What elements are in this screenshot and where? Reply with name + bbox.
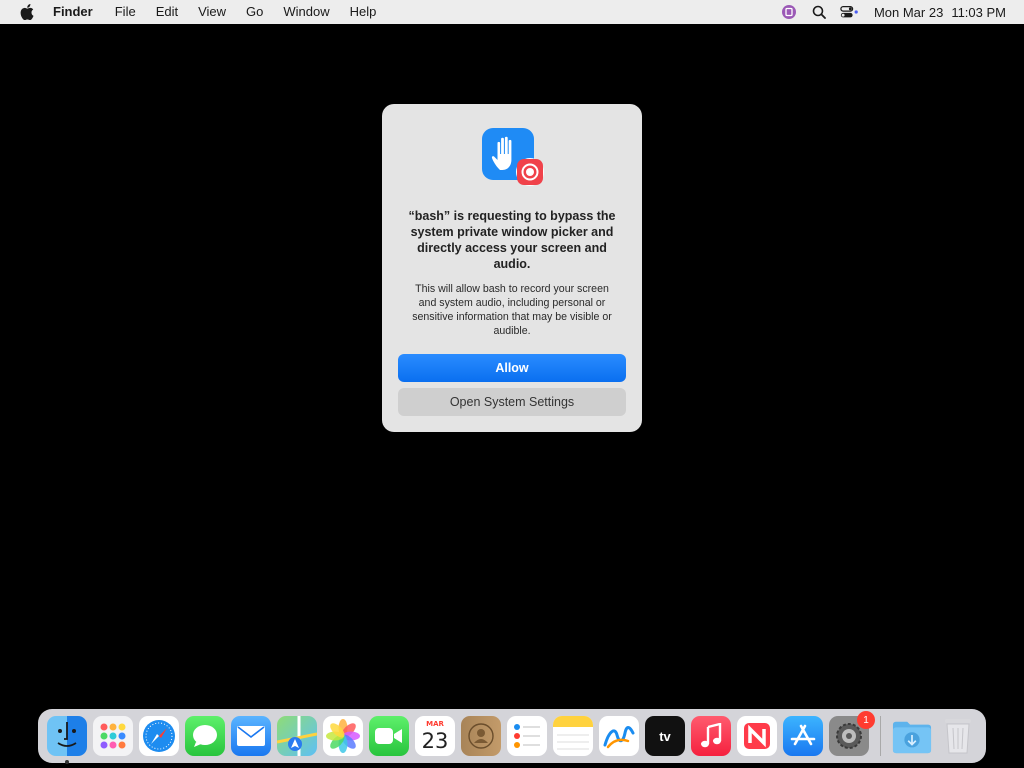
- open-system-settings-button[interactable]: Open System Settings: [398, 388, 626, 416]
- calendar-icon[interactable]: MAR 23: [415, 716, 455, 756]
- app-store-icon[interactable]: [783, 716, 823, 756]
- allow-button[interactable]: Allow: [398, 354, 626, 382]
- mail-icon[interactable]: [231, 716, 271, 756]
- dialog-message: This will allow bash to record your scre…: [412, 283, 612, 337]
- dock: MAR 23 tv 1: [38, 709, 986, 764]
- privacy-hand-icon: [482, 128, 546, 188]
- notification-badge: 1: [857, 711, 875, 729]
- menu-view[interactable]: View: [188, 0, 236, 24]
- music-icon[interactable]: [691, 716, 731, 756]
- apple-tv-label: tv: [659, 728, 671, 744]
- launchpad-icon[interactable]: [93, 716, 133, 756]
- desktop: Finder File Edit View Go Window Help Mon…: [0, 0, 1024, 768]
- menu-help[interactable]: Help: [340, 0, 387, 24]
- dock-separator: [880, 716, 881, 756]
- menu-go[interactable]: Go: [236, 0, 273, 24]
- photos-icon[interactable]: [323, 716, 363, 756]
- menu-bar: Finder File Edit View Go Window Help Mon…: [0, 0, 1024, 24]
- spotlight-search-icon[interactable]: [810, 3, 828, 21]
- reminders-icon[interactable]: [507, 716, 547, 756]
- downloads-folder-icon[interactable]: [892, 716, 932, 756]
- running-indicator: [65, 760, 69, 764]
- menu-edit[interactable]: Edit: [146, 0, 188, 24]
- control-center-icon[interactable]: [840, 3, 858, 21]
- freeform-icon[interactable]: [599, 716, 639, 756]
- menu-file[interactable]: File: [105, 0, 146, 24]
- calendar-day: 23: [421, 729, 449, 753]
- messages-icon[interactable]: [185, 716, 225, 756]
- permission-dialog: “bash” is requesting to bypass the syste…: [382, 104, 642, 432]
- facetime-icon[interactable]: [369, 716, 409, 756]
- apple-tv-icon[interactable]: tv: [645, 716, 685, 756]
- finder-icon[interactable]: [47, 716, 87, 764]
- menu-app-name[interactable]: Finder: [53, 0, 105, 24]
- calendar-month: MAR: [426, 720, 444, 728]
- screen-recording-indicator-icon[interactable]: [780, 3, 798, 21]
- menu-window[interactable]: Window: [273, 0, 339, 24]
- notes-icon[interactable]: [553, 716, 593, 756]
- system-settings-icon[interactable]: 1: [829, 711, 875, 756]
- contacts-icon[interactable]: [461, 716, 501, 756]
- menu-bar-date[interactable]: Mon Mar 23: [874, 5, 943, 20]
- dialog-title: “bash” is requesting to bypass the syste…: [408, 209, 616, 271]
- maps-icon[interactable]: [277, 716, 317, 756]
- menu-bar-time[interactable]: 11:03 PM: [951, 5, 1006, 20]
- news-icon[interactable]: [737, 716, 777, 756]
- safari-icon[interactable]: [139, 716, 179, 756]
- apple-menu-icon[interactable]: [19, 4, 35, 20]
- trash-icon[interactable]: [938, 716, 978, 756]
